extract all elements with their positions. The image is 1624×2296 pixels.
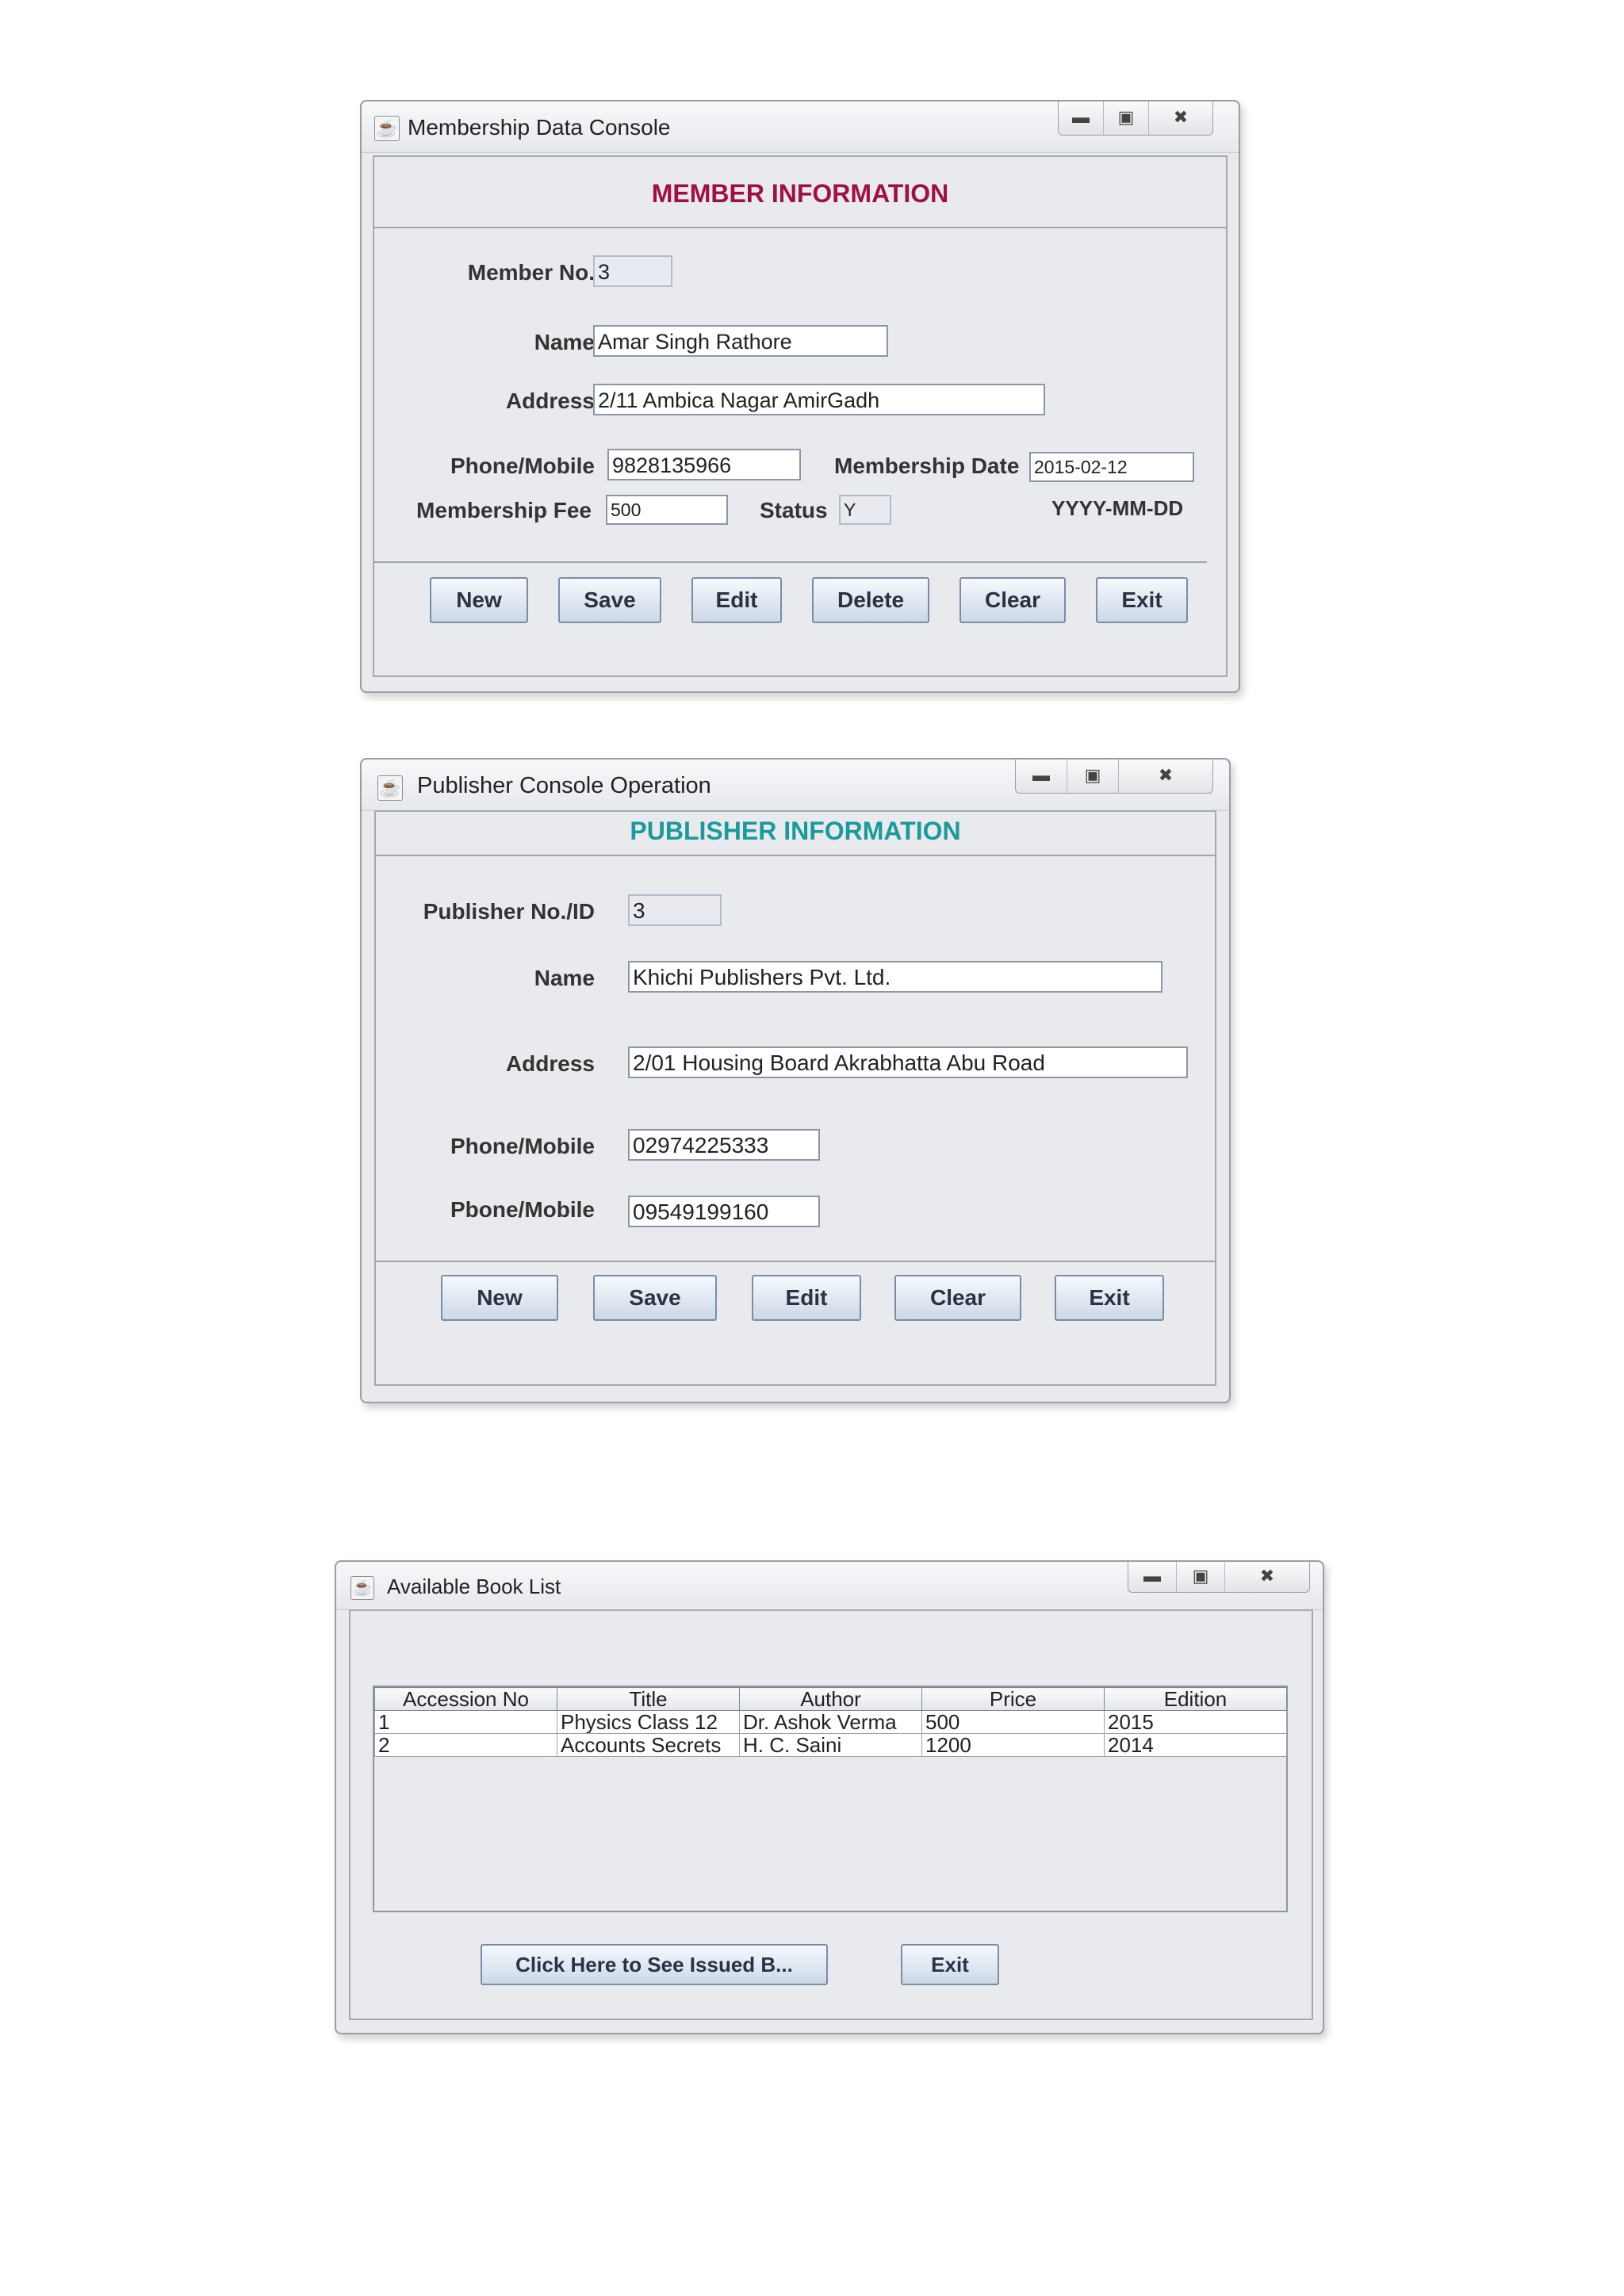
window-controls: ▬ ▣ ✖ [1058, 101, 1213, 136]
membership-window: ☕ Membership Data Console ▬ ▣ ✖ MEMBER I… [360, 100, 1240, 693]
date-format-hint: YYYY-MM-DD [1051, 496, 1184, 520]
title-bar[interactable]: ☕ Membership Data Console ▬ ▣ ✖ [362, 101, 1239, 153]
divider [376, 1261, 1215, 1262]
table-cell[interactable]: Dr. Ashok Verma [739, 1710, 922, 1734]
second-phone-field[interactable]: 09549199160 [628, 1196, 820, 1227]
minimize-icon[interactable]: ▬ [1128, 1562, 1177, 1592]
maximize-icon[interactable]: ▣ [1067, 760, 1119, 793]
address-field[interactable]: 2/01 Housing Board Akrabhatta Abu Road [628, 1047, 1188, 1078]
title-bar[interactable]: ☕ Publisher Console Operation ▬ ▣ ✖ [362, 760, 1229, 811]
window-controls: ▬ ▣ ✖ [1015, 760, 1213, 794]
divider [374, 561, 1207, 563]
column-header[interactable]: Price [921, 1687, 1105, 1711]
status-label: Status [760, 498, 828, 522]
column-header[interactable]: Author [739, 1687, 922, 1711]
address-label: Address [505, 388, 595, 413]
address-label: Address [505, 1051, 595, 1076]
table-cell[interactable]: 2014 [1104, 1733, 1287, 1757]
section-heading: PUBLISHER INFORMATION [630, 817, 961, 845]
name-field[interactable]: Amar Singh Rathore [593, 325, 888, 357]
phone-field[interactable]: 9828135966 [607, 449, 801, 480]
phone-label: Phone/Mobile [450, 1134, 595, 1158]
java-app-icon: ☕ [350, 1576, 374, 1600]
clear-button[interactable]: Clear [894, 1275, 1021, 1321]
book-list-window: ☕ Available Book List ▬ ▣ ✖ Accession No… [335, 1560, 1324, 2034]
member-no-label: Member No. [467, 260, 595, 285]
table-cell[interactable]: 1200 [921, 1733, 1105, 1757]
java-app-icon: ☕ [374, 116, 400, 141]
phone-label: Phone/Mobile [450, 453, 595, 478]
publisher-window: ☕ Publisher Console Operation ▬ ▣ ✖ PUBL… [360, 758, 1231, 1403]
table-row[interactable]: 1 Physics Class 12 Dr. Ashok Verma 500 2… [374, 1710, 1287, 1734]
table-header-row: Accession No Title Author Price Edition [374, 1687, 1287, 1711]
member-no-field[interactable]: 3 [593, 255, 672, 287]
book-list-panel: Accession No Title Author Price Edition … [349, 1609, 1313, 2020]
name-label: Name [534, 966, 595, 990]
column-header[interactable]: Accession No [374, 1687, 557, 1711]
window-title: Publisher Console Operation [417, 773, 711, 798]
membership-fee-label: Membership Fee [416, 498, 592, 522]
table-cell[interactable]: 500 [921, 1710, 1105, 1734]
table-cell[interactable]: 1 [374, 1710, 557, 1734]
close-icon[interactable]: ✖ [1119, 760, 1212, 793]
address-field[interactable]: 2/11 Ambica Nagar AmirGadh [593, 384, 1045, 415]
minimize-icon[interactable]: ▬ [1059, 101, 1104, 135]
table-cell[interactable]: H. C. Saini [739, 1733, 922, 1757]
clear-button[interactable]: Clear [959, 577, 1066, 623]
new-button[interactable]: New [430, 577, 528, 623]
exit-button[interactable]: Exit [1055, 1275, 1164, 1321]
edit-button[interactable]: Edit [691, 577, 782, 623]
table-row[interactable]: 2 Accounts Secrets H. C. Saini 1200 2014 [374, 1733, 1287, 1757]
java-app-icon: ☕ [377, 775, 403, 801]
name-field[interactable]: Khichi Publishers Pvt. Ltd. [628, 961, 1162, 993]
exit-button[interactable]: Exit [1096, 577, 1188, 623]
column-header[interactable]: Edition [1104, 1687, 1287, 1711]
minimize-icon[interactable]: ▬ [1016, 760, 1067, 793]
section-heading: MEMBER INFORMATION [651, 179, 949, 208]
maximize-icon[interactable]: ▣ [1104, 101, 1149, 135]
see-issued-books-button[interactable]: Click Here to See Issued B... [481, 1944, 828, 1985]
close-icon[interactable]: ✖ [1149, 101, 1212, 135]
member-form-panel: MEMBER INFORMATION Member No. 3 Name Ama… [373, 155, 1228, 677]
title-bar[interactable]: ☕ Available Book List ▬ ▣ ✖ [336, 1562, 1323, 1610]
window-controls: ▬ ▣ ✖ [1128, 1562, 1310, 1593]
edit-button[interactable]: Edit [752, 1275, 861, 1321]
membership-date-label: Membership Date [834, 453, 1020, 478]
window-title: Available Book List [387, 1575, 561, 1598]
table-cell[interactable]: 2015 [1104, 1710, 1287, 1734]
second-phone-label: Pbone/Mobile [450, 1197, 595, 1222]
table-cell[interactable]: 2 [374, 1733, 557, 1757]
delete-button[interactable]: Delete [812, 577, 929, 623]
save-button[interactable]: Save [558, 577, 661, 623]
divider [376, 855, 1215, 856]
publisher-form-panel: PUBLISHER INFORMATION Publisher No./ID 3… [374, 810, 1216, 1386]
save-button[interactable]: Save [593, 1275, 717, 1321]
name-label: Name [534, 330, 595, 354]
window-title: Membership Data Console [408, 115, 671, 140]
publisher-no-label: Publisher No./ID [423, 899, 595, 924]
new-button[interactable]: New [441, 1275, 558, 1321]
membership-fee-field[interactable]: 500 [606, 495, 728, 525]
exit-button[interactable]: Exit [901, 1944, 999, 1985]
column-header[interactable]: Title [557, 1687, 740, 1711]
table-cell[interactable]: Physics Class 12 [557, 1710, 740, 1734]
divider [374, 227, 1226, 228]
phone-field[interactable]: 02974225333 [628, 1129, 820, 1161]
publisher-no-field[interactable]: 3 [628, 894, 722, 926]
book-table-scrollpane[interactable]: Accession No Title Author Price Edition … [373, 1686, 1288, 1912]
table-cell[interactable]: Accounts Secrets [557, 1733, 740, 1757]
status-field[interactable]: Y [839, 495, 891, 525]
membership-date-field[interactable]: 2015-02-12 [1029, 452, 1194, 482]
maximize-icon[interactable]: ▣ [1177, 1562, 1225, 1592]
book-table: Accession No Title Author Price Edition … [374, 1687, 1287, 1757]
close-icon[interactable]: ✖ [1225, 1562, 1309, 1592]
